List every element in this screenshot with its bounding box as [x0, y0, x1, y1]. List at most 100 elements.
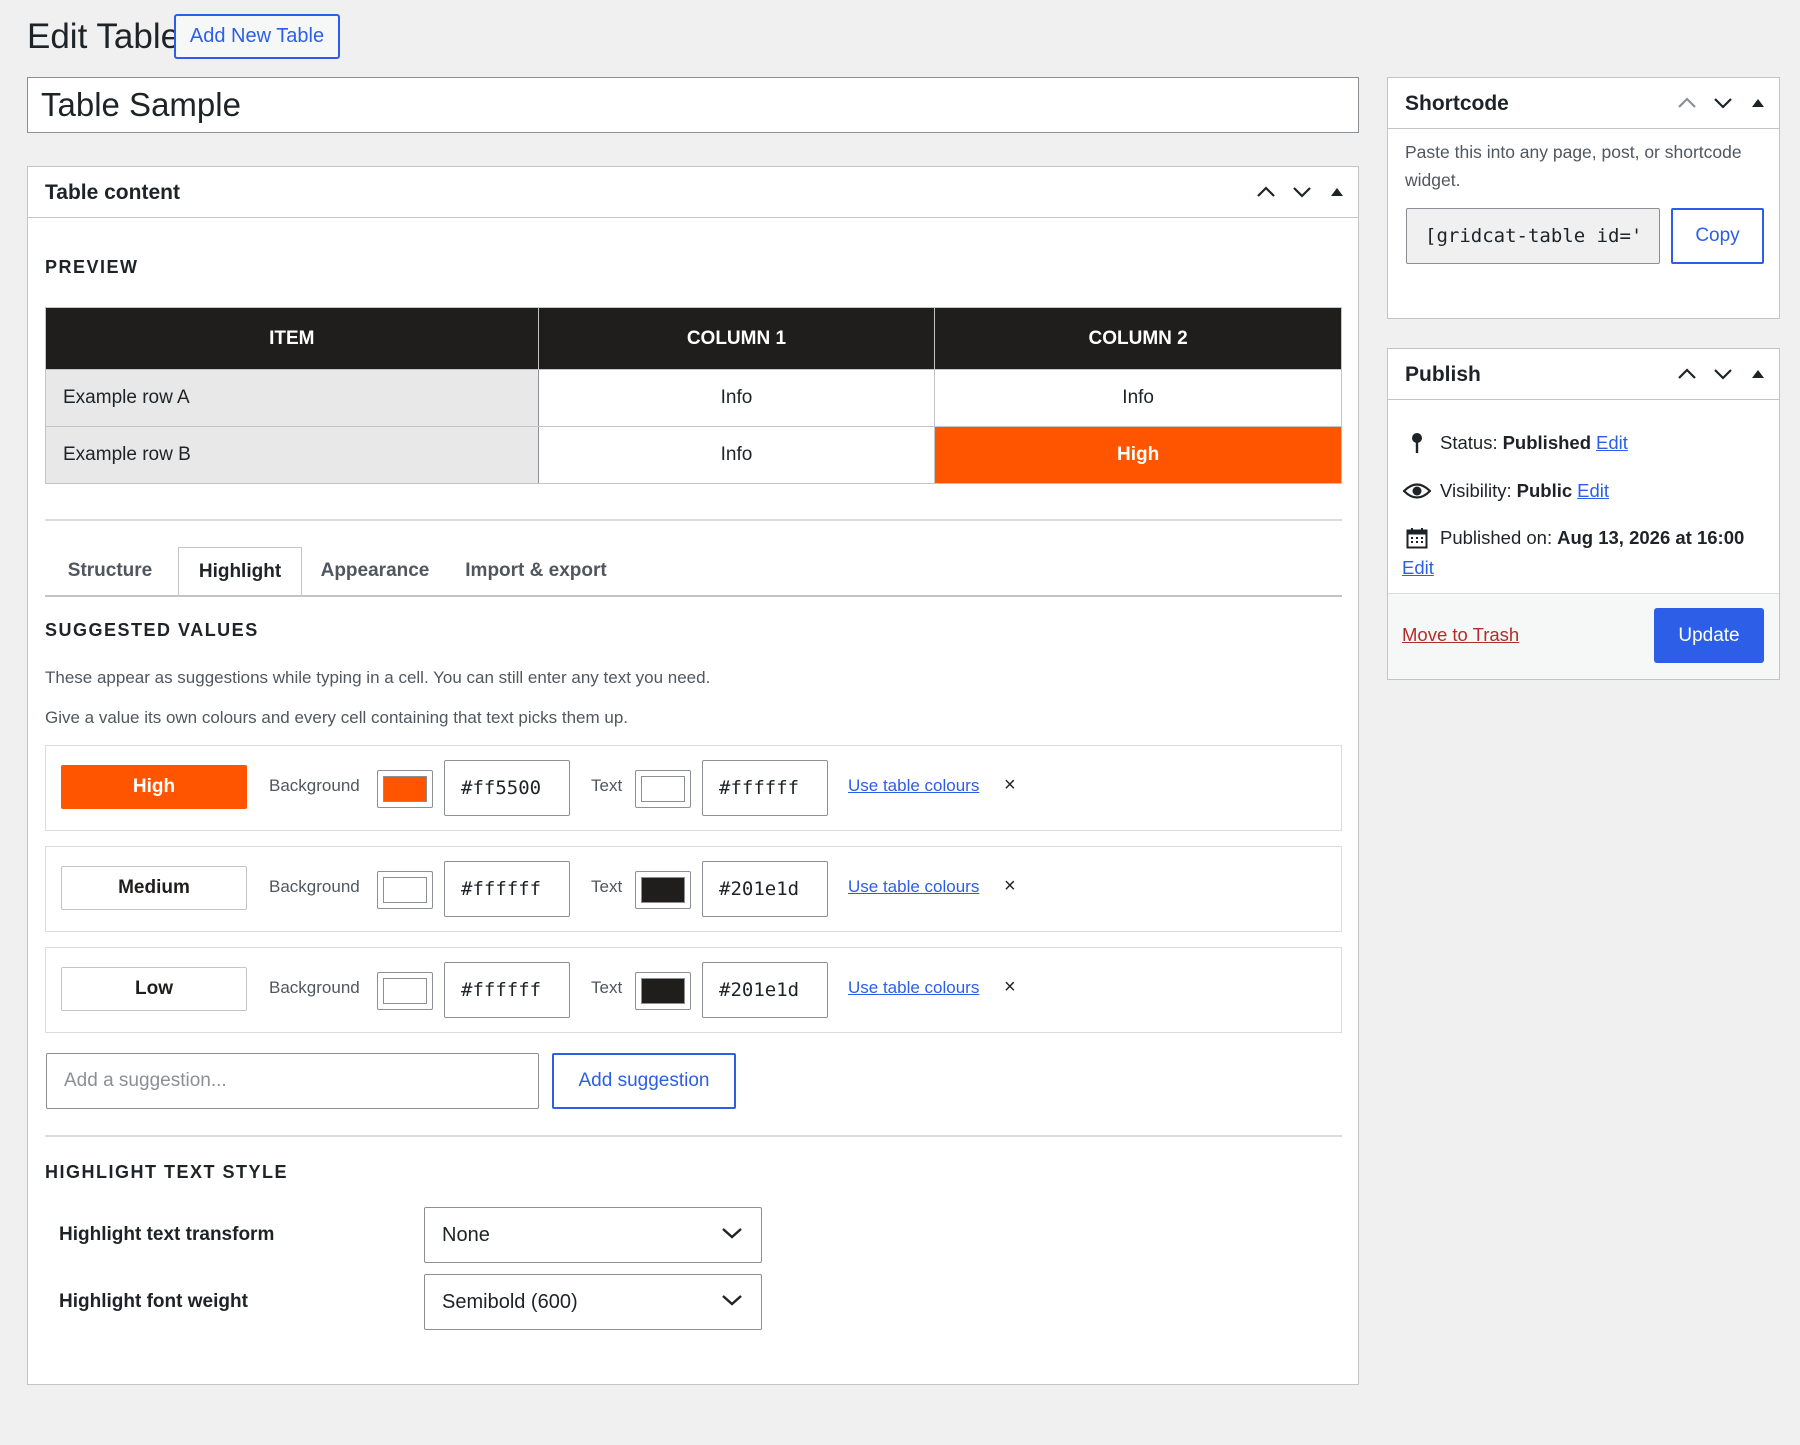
table-cell: Info	[537, 369, 936, 427]
chevron-down-icon	[722, 1228, 742, 1239]
move-up-chevron-up-icon[interactable]	[1253, 179, 1279, 205]
visibility-value: Public	[1516, 480, 1573, 501]
tab-appearance[interactable]: Appearance	[308, 547, 442, 595]
shortcode-box: Shortcode Paste this into any page, post…	[1387, 77, 1780, 319]
move-down-chevron-down-icon[interactable]	[1710, 361, 1736, 387]
table-title-input[interactable]: Table Sample	[27, 77, 1359, 133]
publish-box: Publish Status: Published Edit Visibilit…	[1387, 348, 1780, 680]
tab-structure[interactable]: Structure	[45, 547, 175, 595]
update-button[interactable]: Update	[1654, 608, 1764, 663]
published-on-row: Published on: Aug 13, 2026 at 16:00	[1402, 527, 1744, 549]
remove-suggestion-close-icon[interactable]: ×	[1004, 875, 1016, 898]
text-color-swatch[interactable]	[635, 770, 691, 808]
move-to-trash-link[interactable]: Move to Trash	[1402, 624, 1519, 646]
publish-actions: Move to Trash Update	[1388, 593, 1779, 679]
pin-icon	[1402, 432, 1432, 454]
shortcode-field[interactable]: [gridcat-table id='	[1406, 208, 1660, 264]
edit-date-link[interactable]: Edit	[1402, 557, 1434, 579]
text-color-swatch[interactable]	[635, 972, 691, 1010]
toggle-triangle-up-icon[interactable]	[1745, 361, 1771, 387]
background-swatch[interactable]	[377, 871, 433, 909]
suggestion-row-medium: Medium Background #ffffff Text #201e1d U…	[45, 846, 1342, 932]
table-row: Example row A Info Info	[45, 369, 1342, 427]
highlighted-table-cell: High	[934, 426, 1342, 484]
chevron-down-icon	[722, 1295, 742, 1306]
background-hex-input[interactable]: #ffffff	[444, 962, 570, 1018]
page-title: Edit Table	[27, 17, 181, 56]
font-weight-label: Highlight font weight	[59, 1291, 248, 1312]
move-down-chevron-down-icon[interactable]	[1289, 179, 1315, 205]
background-hex-input[interactable]: #ffffff	[444, 861, 570, 917]
header-cell: COLUMN 2	[934, 307, 1342, 370]
remove-suggestion-close-icon[interactable]: ×	[1004, 774, 1016, 797]
text-hex-input[interactable]: #201e1d	[702, 861, 828, 917]
postbox-header: Table content	[28, 167, 1358, 218]
suggested-desc-2: Give a value its own colours and every c…	[45, 708, 629, 727]
move-up-chevron-up-icon[interactable]	[1674, 361, 1700, 387]
table-cell: Example row A	[45, 369, 539, 427]
text-hex-input[interactable]: #ffffff	[702, 760, 828, 816]
preview-table: ITEM COLUMN 1 COLUMN 2 Example row A Inf…	[45, 307, 1342, 484]
suggested-desc-1: These appear as suggestions while typing…	[45, 668, 711, 687]
table-cell: Info	[537, 426, 936, 484]
add-suggestion-button[interactable]: Add suggestion	[552, 1053, 736, 1109]
calendar-icon	[1402, 527, 1432, 549]
table-cell: Info	[934, 369, 1342, 427]
copy-button[interactable]: Copy	[1671, 208, 1764, 264]
background-swatch[interactable]	[377, 770, 433, 808]
select-value: None	[442, 1223, 490, 1246]
toggle-triangle-up-icon[interactable]	[1745, 90, 1771, 116]
text-label: Text	[591, 877, 623, 896]
add-new-table-button[interactable]: Add New Table	[174, 14, 340, 59]
move-down-chevron-down-icon[interactable]	[1710, 90, 1736, 116]
suggestion-chip: Low	[61, 967, 247, 1011]
postbox-title: Table content	[45, 181, 180, 204]
status-row: Status: Published Edit	[1402, 432, 1628, 454]
use-table-colours-link[interactable]: Use table colours	[848, 978, 979, 998]
text-transform-select[interactable]: None	[424, 1207, 762, 1263]
table-cell: Example row B	[45, 426, 539, 484]
add-suggestion-input[interactable]: Add a suggestion...	[46, 1053, 539, 1109]
use-table-colours-link[interactable]: Use table colours	[848, 776, 979, 796]
use-table-colours-link[interactable]: Use table colours	[848, 877, 979, 897]
header-cell: ITEM	[45, 307, 539, 370]
transform-label: Highlight text transform	[59, 1224, 275, 1245]
edit-visibility-link[interactable]: Edit	[1577, 480, 1609, 502]
suggestion-chip: High	[61, 765, 247, 809]
tab-import-export[interactable]: Import & export	[446, 547, 626, 595]
header-cell: COLUMN 1	[537, 307, 936, 370]
tabs-divider	[45, 595, 1342, 597]
background-label: Background	[269, 776, 360, 795]
suggested-values-heading: SUGGESTED VALUES	[45, 620, 259, 640]
published-label: Published on:	[1440, 527, 1553, 548]
move-up-chevron-up-icon[interactable]	[1674, 90, 1700, 116]
suggestion-chip: Medium	[61, 866, 247, 910]
divider	[45, 519, 1342, 521]
visibility-row: Visibility: Public Edit	[1402, 480, 1609, 502]
remove-suggestion-close-icon[interactable]: ×	[1004, 976, 1016, 999]
select-value: Semibold (600)	[442, 1290, 578, 1313]
postbox-header: Publish	[1388, 349, 1779, 400]
edit-status-link[interactable]: Edit	[1596, 432, 1628, 454]
visibility-label: Visibility:	[1440, 480, 1512, 501]
font-weight-select[interactable]: Semibold (600)	[424, 1274, 762, 1330]
postbox-title: Publish	[1405, 363, 1481, 386]
table-header-row: ITEM COLUMN 1 COLUMN 2	[45, 307, 1342, 370]
background-label: Background	[269, 978, 360, 997]
background-hex-input[interactable]: #ff5500	[444, 760, 570, 816]
postbox-title: Shortcode	[1405, 92, 1509, 115]
toggle-triangle-up-icon[interactable]	[1324, 179, 1350, 205]
published-date: Aug 13, 2026 at 16:00	[1557, 527, 1745, 548]
tab-highlight[interactable]: Highlight	[178, 547, 302, 597]
status-label: Status:	[1440, 432, 1498, 453]
suggestion-row-low: Low Background #ffffff Text #201e1d Use …	[45, 947, 1342, 1033]
table-content-box: Table content PREVIEW ITEM COLUMN 1 COLU…	[27, 166, 1359, 1385]
suggestion-row-high: High Background #ff5500 Text #ffffff Use…	[45, 745, 1342, 831]
shortcode-help: Paste this into any page, post, or short…	[1405, 142, 1742, 190]
text-color-swatch[interactable]	[635, 871, 691, 909]
preview-heading: PREVIEW	[45, 257, 139, 277]
postbox-header: Shortcode	[1388, 78, 1779, 129]
background-swatch[interactable]	[377, 972, 433, 1010]
text-hex-input[interactable]: #201e1d	[702, 962, 828, 1018]
highlight-text-style-heading: HIGHLIGHT TEXT STYLE	[45, 1162, 289, 1182]
